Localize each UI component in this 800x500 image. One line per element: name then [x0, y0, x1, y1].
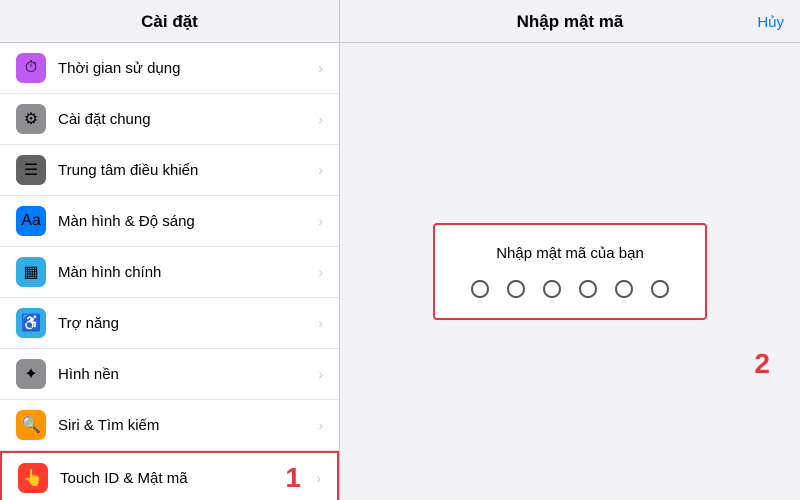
- settings-item-touch-id[interactable]: 👆 Touch ID & Mật mã› 1: [0, 451, 339, 500]
- passcode-prompt: Nhập mật mã của bạn: [496, 245, 644, 262]
- settings-item-thoi-gian[interactable]: ⏱ Thời gian sử dụng›: [0, 43, 339, 94]
- hinh-nen-icon: ✦: [16, 359, 46, 389]
- settings-item-tro-nang[interactable]: ♿ Trợ năng›: [0, 298, 339, 349]
- passcode-box: Nhập mật mã của bạn: [433, 223, 707, 320]
- passcode-dot-3: [543, 280, 561, 298]
- left-panel: Cài đặt ⏱Thời gian sử dụng›⚙Cài đặt chun…: [0, 0, 340, 500]
- cancel-button[interactable]: Hủy: [757, 14, 784, 31]
- touch-id-icon: 👆: [18, 463, 48, 493]
- settings-item-siri[interactable]: 🔍 Siri & Tìm kiếm›: [0, 400, 339, 451]
- passcode-dots: [471, 280, 669, 298]
- hinh-nen-chevron: ›: [318, 366, 323, 382]
- man-hinh-do-sang-icon: Aa: [16, 206, 46, 236]
- trung-tam-icon: ☰: [16, 155, 46, 185]
- siri-chevron: ›: [318, 417, 323, 433]
- left-panel-title: Cài đặt: [0, 0, 339, 43]
- man-hinh-do-sang-label: Màn hình & Độ sáng: [58, 213, 314, 230]
- passcode-dot-4: [579, 280, 597, 298]
- trung-tam-label: Trung tâm điều khiển: [58, 162, 314, 179]
- thoi-gian-chevron: ›: [318, 60, 323, 76]
- touch-id-label: Touch ID & Mật mã: [60, 470, 312, 487]
- man-hinh-chinh-label: Màn hình chính: [58, 264, 314, 281]
- passcode-dot-5: [615, 280, 633, 298]
- tro-nang-icon: ♿: [16, 308, 46, 338]
- hinh-nen-label: Hình nền: [58, 366, 314, 383]
- right-panel-title: Nhập mật mã: [517, 12, 624, 32]
- passcode-dot-1: [471, 280, 489, 298]
- touch-id-chevron: ›: [316, 470, 321, 486]
- tro-nang-label: Trợ năng: [58, 315, 314, 332]
- step1-label: 1: [285, 462, 301, 494]
- cai-dat-chung-label: Cài đặt chung: [58, 111, 314, 128]
- step2-label: 2: [754, 348, 770, 380]
- settings-item-trung-tam[interactable]: ☰ Trung tâm điều khiển›: [0, 145, 339, 196]
- passcode-dot-2: [507, 280, 525, 298]
- man-hinh-chinh-chevron: ›: [318, 264, 323, 280]
- siri-icon: 🔍: [16, 410, 46, 440]
- cai-dat-chung-chevron: ›: [318, 111, 323, 127]
- settings-item-hinh-nen[interactable]: ✦ Hình nền›: [0, 349, 339, 400]
- tro-nang-chevron: ›: [318, 315, 323, 331]
- siri-label: Siri & Tìm kiếm: [58, 417, 314, 434]
- right-panel: Nhập mật mã Hủy Nhập mật mã của bạn 2: [340, 0, 800, 500]
- trung-tam-chevron: ›: [318, 162, 323, 178]
- settings-item-cai-dat-chung[interactable]: ⚙ Cài đặt chung›: [0, 94, 339, 145]
- man-hinh-chinh-icon: ▦: [16, 257, 46, 287]
- man-hinh-do-sang-chevron: ›: [318, 213, 323, 229]
- settings-item-man-hinh-chinh[interactable]: ▦ Màn hình chính›: [0, 247, 339, 298]
- settings-item-man-hinh-do-sang[interactable]: Aa Màn hình & Độ sáng›: [0, 196, 339, 247]
- right-content: Nhập mật mã của bạn 2: [340, 43, 800, 500]
- passcode-dot-6: [651, 280, 669, 298]
- thoi-gian-label: Thời gian sử dụng: [58, 60, 314, 77]
- settings-list: ⏱Thời gian sử dụng›⚙Cài đặt chung›☰Trung…: [0, 43, 339, 500]
- right-header: Nhập mật mã Hủy: [340, 0, 800, 43]
- thoi-gian-icon: ⏱: [16, 53, 46, 83]
- cai-dat-chung-icon: ⚙: [16, 104, 46, 134]
